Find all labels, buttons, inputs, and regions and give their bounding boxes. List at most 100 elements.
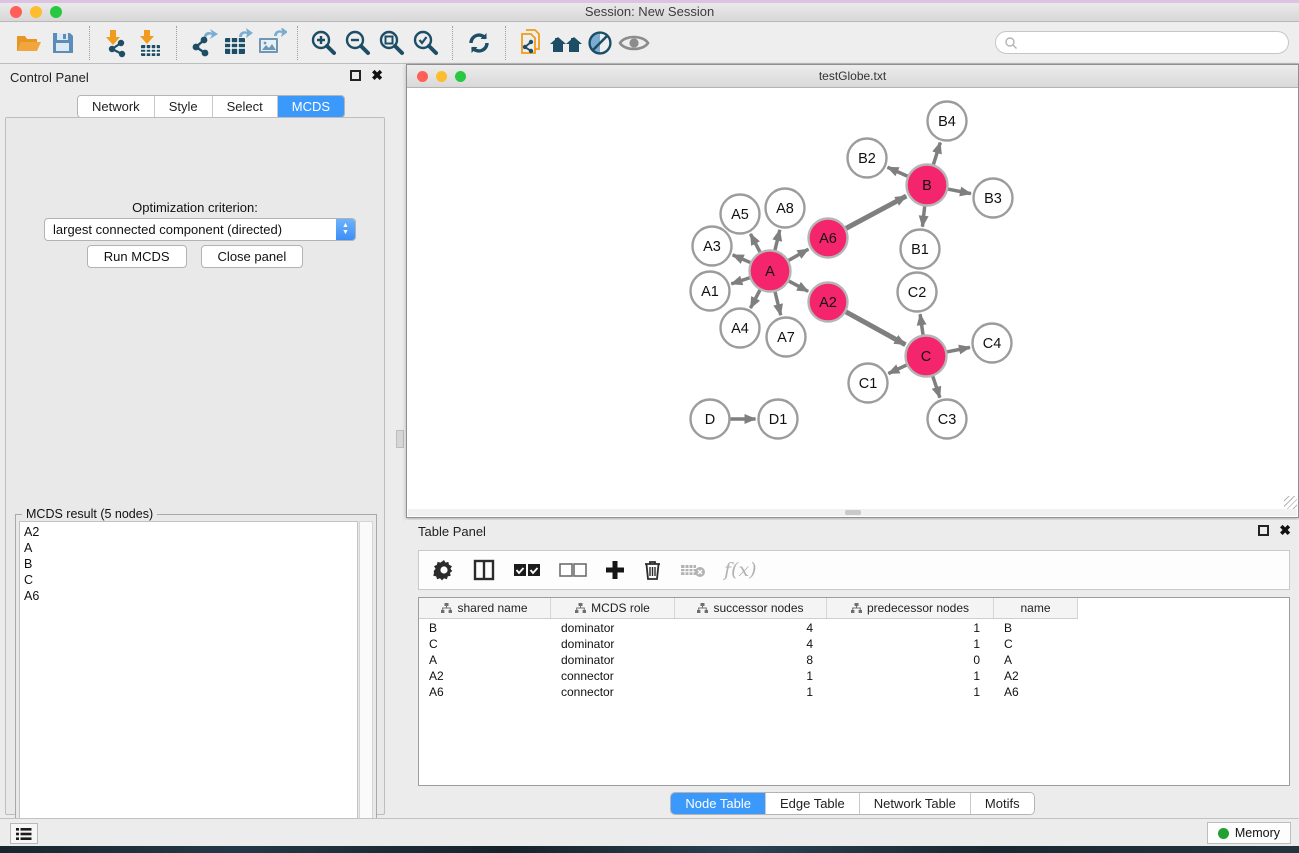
graph-node-A5[interactable]: A5 (721, 195, 760, 234)
tab-network[interactable]: Network (78, 96, 155, 117)
network-hscrollbar[interactable] (408, 509, 1297, 516)
table-row[interactable]: A6connector11A6 (419, 684, 1289, 700)
graph-node-D1[interactable]: D1 (759, 400, 798, 439)
search-input[interactable] (1018, 36, 1288, 50)
table-cell[interactable]: 4 (675, 620, 827, 636)
graph-node-A8[interactable]: A8 (766, 189, 805, 228)
graph-node-A1[interactable]: A1 (691, 272, 730, 311)
edge-C-C1[interactable] (888, 364, 909, 374)
tab-select[interactable]: Select (213, 96, 278, 117)
column-header-MCDS-role[interactable]: MCDS role (551, 598, 675, 618)
table-cell[interactable]: 1 (827, 620, 994, 636)
memory-button[interactable]: Memory (1207, 822, 1291, 844)
table-row[interactable]: Adominator80A (419, 652, 1289, 668)
result-item[interactable]: A (24, 540, 353, 556)
zoom-fit-icon[interactable] (375, 26, 409, 60)
table-cell[interactable]: dominator (551, 620, 675, 636)
zoom-selected-icon[interactable] (409, 26, 443, 60)
deselect-all-icon[interactable] (559, 563, 587, 577)
close-panel-button[interactable]: Close panel (201, 245, 304, 268)
table-cell[interactable]: A6 (419, 684, 551, 700)
save-icon[interactable] (46, 26, 80, 60)
hide-graphics-details-icon[interactable] (583, 26, 617, 60)
home-icon[interactable] (549, 26, 583, 60)
edge-A-A2[interactable] (786, 280, 808, 292)
new-network-document-icon[interactable] (515, 26, 549, 60)
graph-node-C2[interactable]: C2 (898, 273, 937, 312)
result-item[interactable]: A6 (24, 588, 353, 604)
node-table[interactable]: shared nameMCDS rolesuccessor nodesprede… (418, 597, 1290, 786)
export-network-icon[interactable] (186, 26, 220, 60)
graph-node-B[interactable]: B (907, 165, 948, 206)
network-canvas[interactable]: AA1A3A5A8A4A7A6A2BB2B4B3B1CC2C4C1C3DD1 (408, 89, 1297, 510)
table-cell[interactable]: A (994, 652, 1078, 668)
graph-node-A3[interactable]: A3 (693, 227, 732, 266)
result-list-scrollbar[interactable] (359, 521, 373, 848)
table-row[interactable]: A2connector11A2 (419, 668, 1289, 684)
graph-node-A6[interactable]: A6 (809, 219, 848, 258)
add-column-icon[interactable] (605, 560, 625, 580)
eye-icon[interactable] (617, 26, 651, 60)
graph-node-C3[interactable]: C3 (928, 400, 967, 439)
edge-A2-C[interactable] (843, 310, 905, 344)
edge-C-C2[interactable] (920, 314, 923, 337)
tab-edge-table[interactable]: Edge Table (766, 793, 860, 814)
graph-node-A4[interactable]: A4 (721, 309, 760, 348)
graph-node-B2[interactable]: B2 (848, 139, 887, 178)
table-cell[interactable]: A2 (994, 668, 1078, 684)
edge-B-B3[interactable] (945, 189, 971, 194)
result-item[interactable]: B (24, 556, 353, 572)
table-cell[interactable]: A2 (419, 668, 551, 684)
float-panel-icon[interactable] (350, 70, 361, 81)
task-history-button[interactable] (10, 823, 38, 844)
tab-motifs[interactable]: Motifs (971, 793, 1034, 814)
edge-A6-B[interactable] (843, 196, 906, 230)
table-cell[interactable]: connector (551, 668, 675, 684)
table-cell[interactable]: 1 (827, 668, 994, 684)
table-cell[interactable]: dominator (551, 636, 675, 652)
close-panel-icon[interactable]: ✖ (371, 70, 383, 81)
delete-column-icon[interactable] (643, 559, 662, 581)
table-cell[interactable]: C (419, 636, 551, 652)
graph-node-A[interactable]: A (750, 251, 791, 292)
graph-node-C[interactable]: C (906, 336, 947, 377)
tab-style[interactable]: Style (155, 96, 213, 117)
graph-node-D[interactable]: D (691, 400, 730, 439)
table-cell[interactable]: dominator (551, 652, 675, 668)
float-table-panel-icon[interactable] (1258, 525, 1269, 536)
table-cell[interactable]: B (994, 620, 1078, 636)
edge-A-A8[interactable] (774, 230, 780, 253)
graph-node-A7[interactable]: A7 (767, 318, 806, 357)
table-cell[interactable]: 4 (675, 636, 827, 652)
search-field[interactable] (995, 31, 1289, 54)
table-cell[interactable]: 1 (675, 668, 827, 684)
table-row[interactable]: Cdominator41C (419, 636, 1289, 652)
graph-node-B4[interactable]: B4 (928, 102, 967, 141)
graph-node-C1[interactable]: C1 (849, 364, 888, 403)
graph-node-B1[interactable]: B1 (901, 230, 940, 269)
graph-node-A2[interactable]: A2 (809, 283, 848, 322)
edge-B-B1[interactable] (922, 203, 925, 226)
zoom-in-icon[interactable] (307, 26, 341, 60)
network-window-titlebar[interactable]: testGlobe.txt (407, 65, 1298, 88)
column-header-shared-name[interactable]: shared name (419, 598, 551, 618)
zoom-out-icon[interactable] (341, 26, 375, 60)
column-header-predecessor-nodes[interactable]: predecessor nodes (827, 598, 994, 618)
network-hscrollbar-thumb[interactable] (845, 510, 861, 515)
import-table-icon[interactable] (133, 26, 167, 60)
table-cell[interactable]: A6 (994, 684, 1078, 700)
edge-C-C4[interactable] (944, 347, 970, 352)
edge-A-A5[interactable] (750, 234, 761, 255)
graph-node-B3[interactable]: B3 (974, 179, 1013, 218)
refresh-icon[interactable] (462, 26, 496, 60)
result-item[interactable]: A2 (24, 524, 353, 540)
table-cell[interactable]: C (994, 636, 1078, 652)
edge-B-B4[interactable] (933, 142, 941, 167)
table-cell[interactable]: 1 (827, 636, 994, 652)
edge-C-C3[interactable] (932, 374, 940, 398)
table-cell[interactable]: 8 (675, 652, 827, 668)
resize-grip-icon[interactable] (1284, 496, 1297, 509)
column-header-successor-nodes[interactable]: successor nodes (675, 598, 827, 618)
import-network-icon[interactable] (99, 26, 133, 60)
criterion-select[interactable]: largest connected component (directed) ▲… (44, 218, 356, 241)
